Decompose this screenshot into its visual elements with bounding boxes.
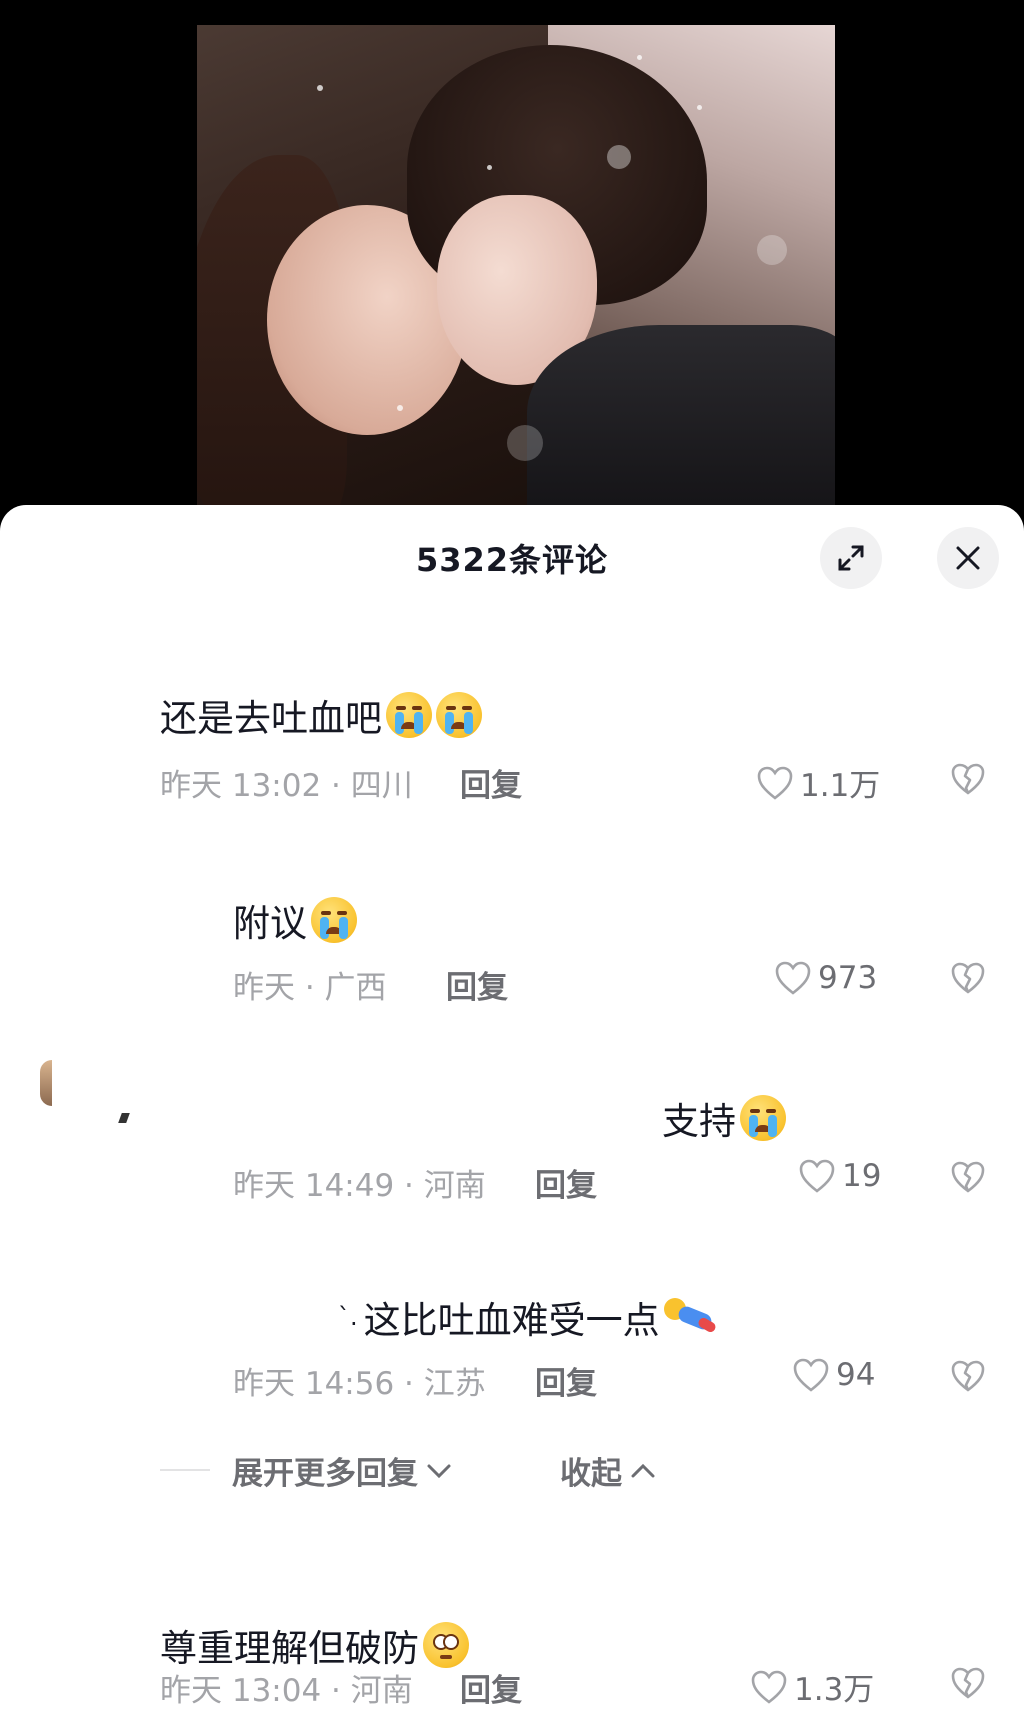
avatar[interactable]	[40, 1060, 52, 1106]
broken-heart-icon	[951, 1161, 985, 1193]
snow-particle	[757, 235, 787, 265]
reply-button[interactable]: 回复	[460, 760, 522, 805]
close-icon	[956, 546, 980, 570]
snow-particle	[507, 425, 543, 461]
comment-text: 附议	[233, 893, 357, 947]
crying-emoji	[740, 1095, 786, 1141]
reply-button[interactable]: 回复	[446, 962, 508, 1007]
reply-button[interactable]: 回复	[535, 1358, 597, 1403]
crying-emoji	[386, 692, 432, 738]
expand-icon	[838, 545, 864, 571]
broken-heart-icon	[951, 1360, 985, 1392]
heart-icon	[775, 961, 811, 995]
heart-icon	[799, 1159, 835, 1193]
reply-button[interactable]: 回复	[460, 1665, 522, 1710]
snow-particle	[637, 55, 642, 60]
comment-body: 附议	[233, 902, 307, 945]
collapse-replies-button[interactable]: 收起	[560, 1448, 656, 1493]
snow-particle	[697, 105, 702, 110]
partial-emoji-fragment: ˋ.	[338, 1303, 358, 1331]
comment-sheet: 5322条评论 还是去吐血吧 昨天 13:02 · 四川 回复 1.1万 附议 …	[0, 505, 1024, 1734]
dislike-button[interactable]	[950, 762, 986, 800]
heart-icon	[757, 766, 793, 800]
like-button[interactable]: 1.1万	[756, 760, 880, 805]
broken-heart-icon	[951, 962, 985, 994]
comment-text: ˋ. 这比吐血难受一点	[338, 1290, 720, 1344]
dislike-button[interactable]	[950, 1359, 986, 1397]
dislike-button[interactable]	[950, 961, 986, 999]
crying-emoji	[436, 692, 482, 738]
like-button[interactable]: 973	[774, 960, 877, 996]
reply-button[interactable]: 回复	[535, 1160, 597, 1205]
comment-meta: 昨天 13:04 · 河南	[160, 1673, 413, 1709]
crying-emoji	[311, 897, 357, 943]
snow-particle	[397, 405, 403, 411]
video-frame[interactable]	[197, 25, 835, 505]
sheet-header: 5322条评论	[0, 505, 1024, 609]
snow-particle	[317, 85, 323, 91]
expand-more-label: 展开更多回复	[232, 1456, 418, 1492]
comment-text: 还是去吐血吧	[160, 688, 482, 742]
like-button[interactable]: 19	[798, 1158, 881, 1194]
comment-text: 尊重理解但破防	[160, 1618, 469, 1672]
like-count: 19	[842, 1158, 882, 1194]
like-button[interactable]: 94	[792, 1357, 875, 1393]
comment-meta: 昨天 14:56 · 江苏	[233, 1366, 486, 1402]
comment-body: 还是去吐血吧	[160, 697, 382, 740]
man-coat	[527, 325, 835, 505]
like-button[interactable]: 1.3万	[750, 1664, 874, 1709]
like-count: 1.3万	[794, 1672, 875, 1708]
broken-heart-icon	[951, 763, 985, 795]
dislike-button[interactable]	[950, 1666, 986, 1704]
snow-particle	[487, 165, 492, 170]
close-button[interactable]	[937, 527, 999, 589]
broken-heart-icon	[951, 1667, 985, 1699]
heart-icon	[751, 1670, 787, 1704]
collapse-label: 收起	[560, 1456, 622, 1492]
avatar-badge	[118, 1113, 130, 1123]
expand-more-replies-button[interactable]: 展开更多回复	[232, 1448, 452, 1493]
chevron-up-icon	[631, 1463, 655, 1477]
like-count: 973	[818, 960, 878, 996]
dislike-button[interactable]	[950, 1160, 986, 1198]
comment-text: 支持	[662, 1091, 786, 1145]
expand-button[interactable]	[820, 527, 882, 589]
comment-meta: 昨天 14:49 · 河南	[233, 1168, 486, 1204]
flushed-emoji	[423, 1622, 469, 1668]
snow-particle	[607, 145, 631, 169]
comment-meta: 昨天 · 广西	[233, 970, 387, 1006]
chevron-down-icon	[427, 1464, 451, 1478]
heart-icon	[793, 1358, 829, 1392]
thread-divider	[160, 1469, 210, 1471]
comment-body: 支持	[662, 1100, 736, 1143]
like-count: 94	[836, 1357, 876, 1393]
lying-down-emoji	[662, 1294, 720, 1340]
video-player[interactable]	[0, 0, 1024, 520]
comment-body: 尊重理解但破防	[160, 1627, 419, 1670]
like-count: 1.1万	[800, 768, 881, 804]
comment-meta: 昨天 13:02 · 四川	[160, 768, 413, 804]
comment-body: 这比吐血难受一点	[363, 1299, 660, 1342]
